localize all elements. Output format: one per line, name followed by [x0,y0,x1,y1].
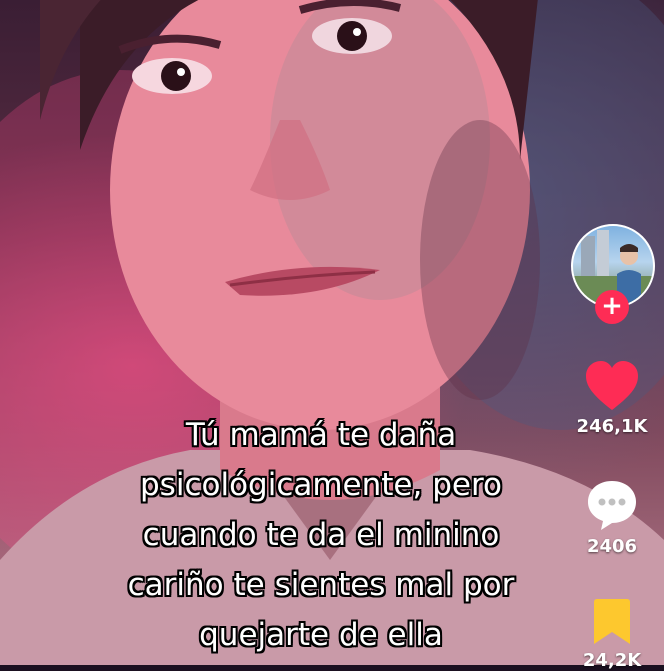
caption-line: quejarte de ella [199,617,443,653]
caption-line: cuando te da el minino [142,517,500,553]
comment-button[interactable]: 2406 [570,478,654,557]
bookmark-button[interactable]: 24,2K [570,598,654,671]
bookmark-count: 24,2K [582,650,642,671]
creator-profile[interactable]: + [461,224,655,324]
comment-bubble-icon [588,481,636,530]
plus-icon: + [601,291,623,321]
comment-count: 2406 [586,536,638,557]
bookmark-icon [594,599,630,644]
video-caption: Tú mamá te daña psicológicamente, pero c… [86,410,556,660]
like-button[interactable]: 246,1K [570,360,654,437]
like-count: 246,1K [576,416,648,437]
heart-icon [586,361,638,410]
caption-line: Tú mamá te daña [185,417,457,453]
follow-button[interactable]: + [595,290,629,324]
caption-line: cariño te sientes mal por [127,567,515,603]
video-player[interactable]: Tú mamá te daña psicológicamente, pero c… [0,0,664,665]
caption-line: psicológicamente, pero [140,467,502,503]
